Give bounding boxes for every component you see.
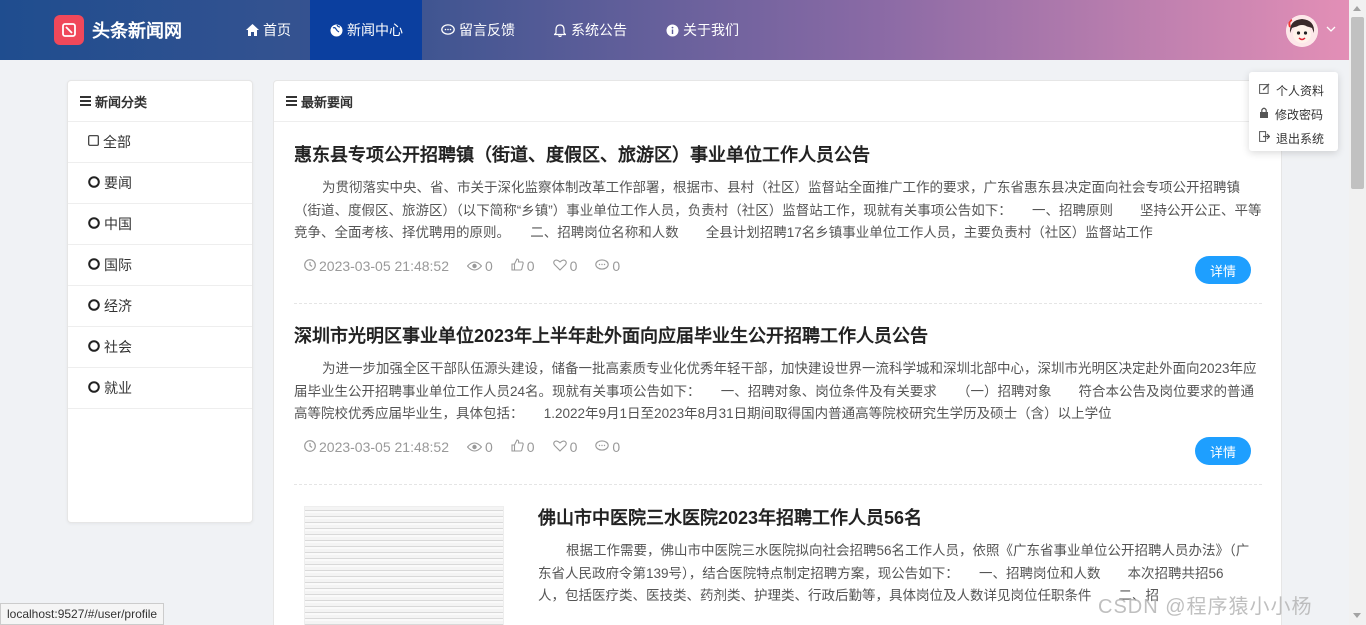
thumbs-up-icon — [511, 258, 524, 274]
category-label: 就业 — [104, 380, 132, 396]
eye-icon — [466, 258, 483, 274]
menu-icon — [80, 94, 91, 109]
category-item-society[interactable]: 社会 — [68, 327, 252, 368]
category-item-china[interactable]: 中国 — [68, 204, 252, 245]
nav-item-label: 留言反馈 — [459, 22, 515, 38]
category-item-all[interactable]: 全部 — [68, 122, 252, 163]
news-panel-title: 最新要闻 — [301, 94, 354, 110]
category-header: 新闻分类 — [68, 81, 252, 122]
category-label: 要闻 — [104, 175, 132, 191]
clock-icon — [304, 439, 316, 455]
edit-icon — [1259, 83, 1270, 97]
category-label: 社会 — [104, 339, 132, 355]
category-label: 中国 — [104, 216, 132, 232]
site-name: 头条新闻网 — [92, 21, 182, 41]
category-label: 国际 — [104, 257, 132, 273]
heart-icon — [552, 258, 567, 274]
nav-item-label: 系统公告 — [571, 22, 627, 38]
main-nav: 首页 新闻中心 留言反馈 系统公告 关于我们 — [226, 0, 758, 60]
favorite-count: 0 — [552, 258, 577, 274]
nav-item-label: 首页 — [263, 22, 291, 38]
detail-button[interactable]: 详情 — [1195, 256, 1251, 284]
category-sidebar: 新闻分类 全部 要闻 中国 国际 经济 社会 就业 — [67, 80, 253, 523]
news-meta: 2023-03-05 21:48:52 0 0 0 0 — [304, 258, 638, 274]
watermark: CSDN @程序猿小小杨 — [1098, 596, 1313, 618]
menu-item-profile[interactable]: 个人资料 — [1249, 78, 1338, 102]
news-summary: 为贯彻落实中央、省、市关于深化监察体制改革工作部署，根据市、县村（社区）监督站全… — [294, 180, 1262, 240]
chevron-down-icon[interactable] — [1326, 24, 1336, 35]
square-icon — [88, 135, 99, 149]
comment-count: 0 — [595, 258, 620, 274]
comment-icon — [441, 23, 455, 37]
nav-item-about[interactable]: 关于我们 — [646, 0, 758, 60]
news-panel-header: 最新要闻 — [274, 81, 1281, 122]
comment-icon — [595, 439, 610, 455]
eye-icon — [466, 439, 483, 455]
globe-icon — [329, 23, 343, 37]
news-thumbnail[interactable] — [304, 506, 504, 625]
nav-item-announcements[interactable]: 系统公告 — [534, 0, 646, 60]
site-logo[interactable]: 头条新闻网 — [54, 15, 182, 45]
category-item-employment[interactable]: 就业 — [68, 368, 252, 409]
scroll-down-arrow-icon[interactable] — [1353, 613, 1361, 618]
thumbs-up-icon — [511, 439, 524, 455]
circle-icon — [88, 257, 100, 273]
category-item-international[interactable]: 国际 — [68, 245, 252, 286]
favorite-count: 0 — [552, 439, 577, 455]
top-header: 头条新闻网 首页 新闻中心 留言反馈 系统公告 关于我们 — [0, 0, 1349, 60]
logo-icon — [54, 15, 84, 45]
page-scrollbar[interactable] — [1349, 0, 1366, 625]
nav-item-feedback[interactable]: 留言反馈 — [422, 0, 534, 60]
category-label: 经济 — [104, 298, 132, 314]
bell-icon — [553, 23, 567, 37]
nav-item-label: 关于我们 — [683, 22, 739, 38]
category-title: 新闻分类 — [95, 94, 148, 110]
news-meta: 2023-03-05 21:48:52 0 0 0 0 — [304, 439, 638, 455]
news-title[interactable]: 佛山市中医院三水医院2023年招聘工作人员56名 — [538, 504, 1250, 530]
detail-button[interactable]: 详情 — [1195, 437, 1251, 465]
circle-icon — [88, 339, 100, 355]
view-count: 0 — [466, 439, 493, 455]
like-count: 0 — [511, 439, 535, 455]
category-label: 全部 — [103, 134, 131, 150]
like-count: 0 — [511, 258, 535, 274]
menu-icon — [286, 94, 297, 109]
divider — [294, 303, 1262, 304]
news-item[interactable]: 惠东县专项公开招聘镇（街道、度假区、旅游区）事业单位工作人员公告 为贯彻落实中央… — [294, 141, 1262, 245]
publish-date: 2023-03-05 21:48:52 — [304, 258, 449, 274]
news-summary: 为进一步加强全区干部队伍源头建设，储备一批高素质专业化优秀年轻干部，加快建设世界… — [294, 361, 1257, 421]
menu-item-change-password[interactable]: 修改密码 — [1249, 102, 1338, 126]
home-icon — [245, 23, 259, 37]
circle-icon — [88, 175, 100, 191]
nav-item-home[interactable]: 首页 — [226, 0, 310, 60]
user-dropdown-menu: 个人资料 修改密码 退出系统 — [1249, 72, 1338, 151]
heart-icon — [552, 439, 567, 455]
info-icon — [665, 23, 679, 37]
browser-status-bar: localhost:9527/#/user/profile — [0, 603, 165, 625]
circle-icon — [88, 216, 100, 232]
clock-icon — [304, 258, 316, 274]
category-item-economy[interactable]: 经济 — [68, 286, 252, 327]
circle-icon — [88, 380, 100, 396]
nav-item-label: 新闻中心 — [347, 22, 403, 38]
scroll-thumb[interactable] — [1351, 17, 1364, 189]
scroll-up-arrow-icon[interactable] — [1353, 6, 1361, 11]
news-panel: 最新要闻 惠东县专项公开招聘镇（街道、度假区、旅游区）事业单位工作人员公告 为贯… — [273, 80, 1282, 625]
lock-icon — [1259, 107, 1269, 121]
nav-item-news-center[interactable]: 新闻中心 — [310, 0, 422, 60]
news-title[interactable]: 惠东县专项公开招聘镇（街道、度假区、旅游区）事业单位工作人员公告 — [294, 141, 1262, 167]
menu-item-logout[interactable]: 退出系统 — [1249, 126, 1338, 150]
logout-icon — [1259, 131, 1271, 145]
divider — [294, 484, 1262, 485]
comment-count: 0 — [595, 439, 620, 455]
publish-date: 2023-03-05 21:48:52 — [304, 439, 449, 455]
view-count: 0 — [466, 258, 493, 274]
news-title[interactable]: 深圳市光明区事业单位2023年上半年赴外面向应届毕业生公开招聘工作人员公告 — [294, 322, 1262, 348]
user-avatar[interactable] — [1286, 15, 1318, 47]
comment-icon — [595, 258, 610, 274]
category-item-headlines[interactable]: 要闻 — [68, 163, 252, 204]
circle-icon — [88, 298, 100, 314]
news-item[interactable]: 深圳市光明区事业单位2023年上半年赴外面向应届毕业生公开招聘工作人员公告 为进… — [294, 322, 1262, 426]
